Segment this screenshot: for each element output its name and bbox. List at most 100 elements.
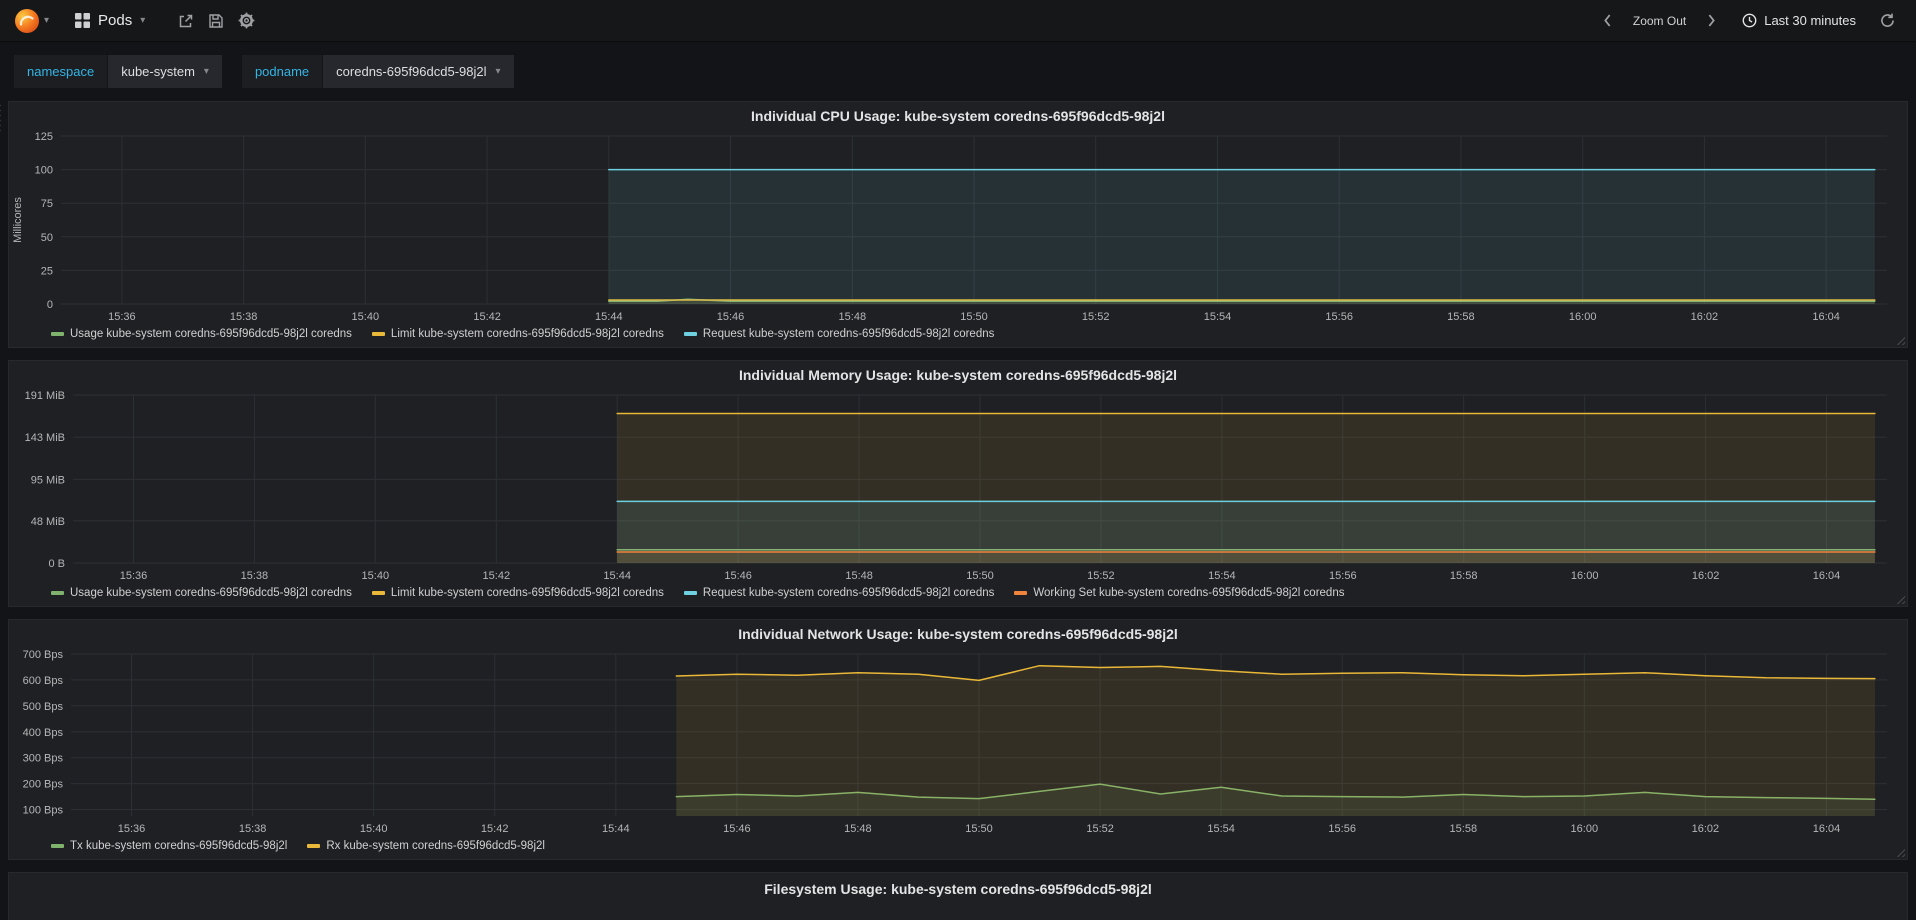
legend-item[interactable]: Usage kube-system coredns-695f96dcd5-98j… (51, 328, 352, 340)
chevron-right-icon (1708, 14, 1715, 27)
navbar: ▾ Pods ▾ Zoom Out Last 30 minutes (0, 0, 1916, 42)
svg-text:48 MiB: 48 MiB (31, 516, 65, 528)
save-button[interactable] (201, 6, 231, 36)
svg-text:75: 75 (41, 198, 53, 210)
svg-text:16:02: 16:02 (1691, 311, 1719, 323)
memory-usage-legend: Usage kube-system coredns-695f96dcd5-98j… (9, 585, 1907, 606)
legend-item[interactable]: Usage kube-system coredns-695f96dcd5-98j… (51, 587, 352, 599)
legend-item[interactable]: Limit kube-system coredns-695f96dcd5-98j… (371, 587, 664, 599)
legend-item[interactable]: Tx kube-system coredns-695f96dcd5-98j2l (51, 840, 287, 852)
svg-text:15:44: 15:44 (602, 823, 630, 835)
svg-text:15:48: 15:48 (839, 311, 867, 323)
legend-item[interactable]: Request kube-system coredns-695f96dcd5-9… (683, 328, 995, 340)
legend-series-color-icon (51, 844, 64, 848)
chevron-down-icon: ▾ (140, 14, 146, 26)
dashboard-panels: Individual CPU Usage: kube-system coredn… (0, 101, 1916, 920)
svg-text:16:00: 16:00 (1569, 311, 1597, 323)
refresh-button[interactable] (1872, 6, 1902, 36)
svg-text:700 Bps: 700 Bps (23, 649, 64, 661)
panel-title[interactable]: Individual Network Usage: kube-system co… (9, 620, 1907, 648)
svg-text:25: 25 (41, 265, 53, 277)
legend-series-color-icon (683, 332, 697, 336)
svg-text:15:52: 15:52 (1082, 311, 1110, 323)
legend-series-name: Working Set kube-system coredns-695f96dc… (1033, 587, 1345, 599)
svg-text:400 Bps: 400 Bps (23, 727, 64, 739)
grafana-logo-icon (14, 8, 40, 34)
legend-series-color-icon (51, 591, 64, 595)
svg-text:15:44: 15:44 (595, 311, 623, 323)
legend-item[interactable]: Working Set kube-system coredns-695f96dc… (1014, 587, 1344, 599)
dashboard-title: Pods (98, 12, 133, 29)
network-usage-chart[interactable]: 100 Bps 200 Bps 300 Bps 400 Bps 500 Bps 600 B… (9, 648, 1907, 838)
svg-text:95 MiB: 95 MiB (31, 474, 65, 486)
time-range-picker[interactable]: Last 30 minutes (1732, 13, 1866, 28)
time-shift-back-button[interactable] (1593, 6, 1623, 36)
svg-text:16:02: 16:02 (1692, 823, 1720, 835)
svg-text:15:38: 15:38 (241, 570, 269, 582)
legend-series-name: Request kube-system coredns-695f96dcd5-9… (702, 328, 995, 340)
svg-text:15:36: 15:36 (118, 823, 146, 835)
panel-individual-cpu-usage: Individual CPU Usage: kube-system coredn… (8, 101, 1908, 348)
panel-title[interactable]: Individual CPU Usage: kube-system coredn… (9, 102, 1907, 130)
svg-text:500 Bps: 500 Bps (23, 701, 64, 713)
svg-text:15:36: 15:36 (108, 311, 136, 323)
panel-title[interactable]: Individual Memory Usage: kube-system cor… (9, 361, 1907, 389)
save-icon (209, 13, 223, 28)
legend-series-color-icon (51, 332, 64, 336)
grafana-main-menu[interactable]: ▾ (14, 8, 49, 34)
panel-individual-memory-usage: Individual Memory Usage: kube-system cor… (8, 360, 1908, 607)
variable-namespace: namespace kube-system ▾ (14, 55, 222, 88)
memory-usage-chart[interactable]: 0 B 48 MiB 95 MiB 143 MiB 191 MiB 15:36 15:38 1… (9, 389, 1907, 585)
cpu-usage-chart[interactable]: 0 25 50 75 100 125 15:36 15:38 15:40 15:42 15:44 15… (9, 130, 1907, 326)
dashboard-picker[interactable]: Pods ▾ (75, 12, 145, 29)
zoom-out-button[interactable]: Zoom Out (1629, 14, 1690, 28)
svg-text:15:58: 15:58 (1450, 823, 1478, 835)
cpu-usage-legend: Usage kube-system coredns-695f96dcd5-98j… (9, 326, 1907, 347)
share-button[interactable] (171, 6, 201, 36)
svg-text:15:44: 15:44 (603, 570, 631, 582)
svg-text:15:56: 15:56 (1325, 311, 1353, 323)
svg-text:100: 100 (35, 165, 53, 177)
chevron-down-icon: ▾ (203, 65, 209, 77)
panel-title[interactable]: Filesystem Usage: kube-system coredns-69… (9, 875, 1907, 903)
settings-button[interactable] (231, 6, 261, 36)
legend-series-color-icon (371, 591, 385, 595)
time-shift-forward-button[interactable] (1696, 6, 1726, 36)
svg-text:15:58: 15:58 (1450, 570, 1478, 582)
legend-series-color-icon (1014, 591, 1028, 595)
svg-text:125: 125 (35, 131, 53, 143)
svg-text:15:40: 15:40 (362, 570, 390, 582)
svg-text:15:36: 15:36 (120, 570, 148, 582)
svg-text:15:40: 15:40 (352, 311, 380, 323)
svg-text:16:04: 16:04 (1813, 570, 1841, 582)
svg-text:15:40: 15:40 (360, 823, 388, 835)
variable-namespace-dropdown[interactable]: kube-system ▾ (108, 55, 222, 88)
legend-item[interactable]: Rx kube-system coredns-695f96dcd5-98j2l (307, 840, 545, 852)
variable-podname-dropdown[interactable]: coredns-695f96dcd5-98j2l ▾ (323, 55, 514, 88)
legend-series-color-icon (307, 844, 321, 848)
legend-item[interactable]: Request kube-system coredns-695f96dcd5-9… (683, 587, 995, 599)
svg-text:15:52: 15:52 (1086, 823, 1114, 835)
svg-text:15:50: 15:50 (966, 570, 994, 582)
svg-text:16:00: 16:00 (1571, 823, 1599, 835)
svg-text:16:02: 16:02 (1692, 570, 1720, 582)
chevron-down-icon: ▾ (44, 14, 50, 26)
svg-text:15:54: 15:54 (1207, 823, 1235, 835)
svg-text:600 Bps: 600 Bps (23, 675, 64, 687)
svg-text:15:38: 15:38 (239, 823, 267, 835)
svg-text:16:04: 16:04 (1812, 311, 1840, 323)
svg-text:15:58: 15:58 (1447, 311, 1475, 323)
chevron-down-icon: ▾ (495, 65, 501, 77)
svg-text:15:50: 15:50 (960, 311, 988, 323)
template-variables-row: namespace kube-system ▾ podname coredns-… (0, 42, 1916, 101)
refresh-icon (1880, 13, 1894, 27)
svg-text:300 Bps: 300 Bps (23, 753, 64, 765)
legend-series-name: Request kube-system coredns-695f96dcd5-9… (702, 587, 995, 599)
svg-text:15:48: 15:48 (844, 823, 872, 835)
legend-series-name: Limit kube-system coredns-695f96dcd5-98j… (390, 587, 664, 599)
svg-text:15:42: 15:42 (473, 311, 501, 323)
row-drag-handle-icon[interactable] (0, 103, 1, 133)
filesystem-usage-chart[interactable] (9, 903, 1907, 920)
svg-text:Millicores: Millicores (12, 197, 24, 243)
legend-item[interactable]: Limit kube-system coredns-695f96dcd5-98j… (371, 328, 664, 340)
